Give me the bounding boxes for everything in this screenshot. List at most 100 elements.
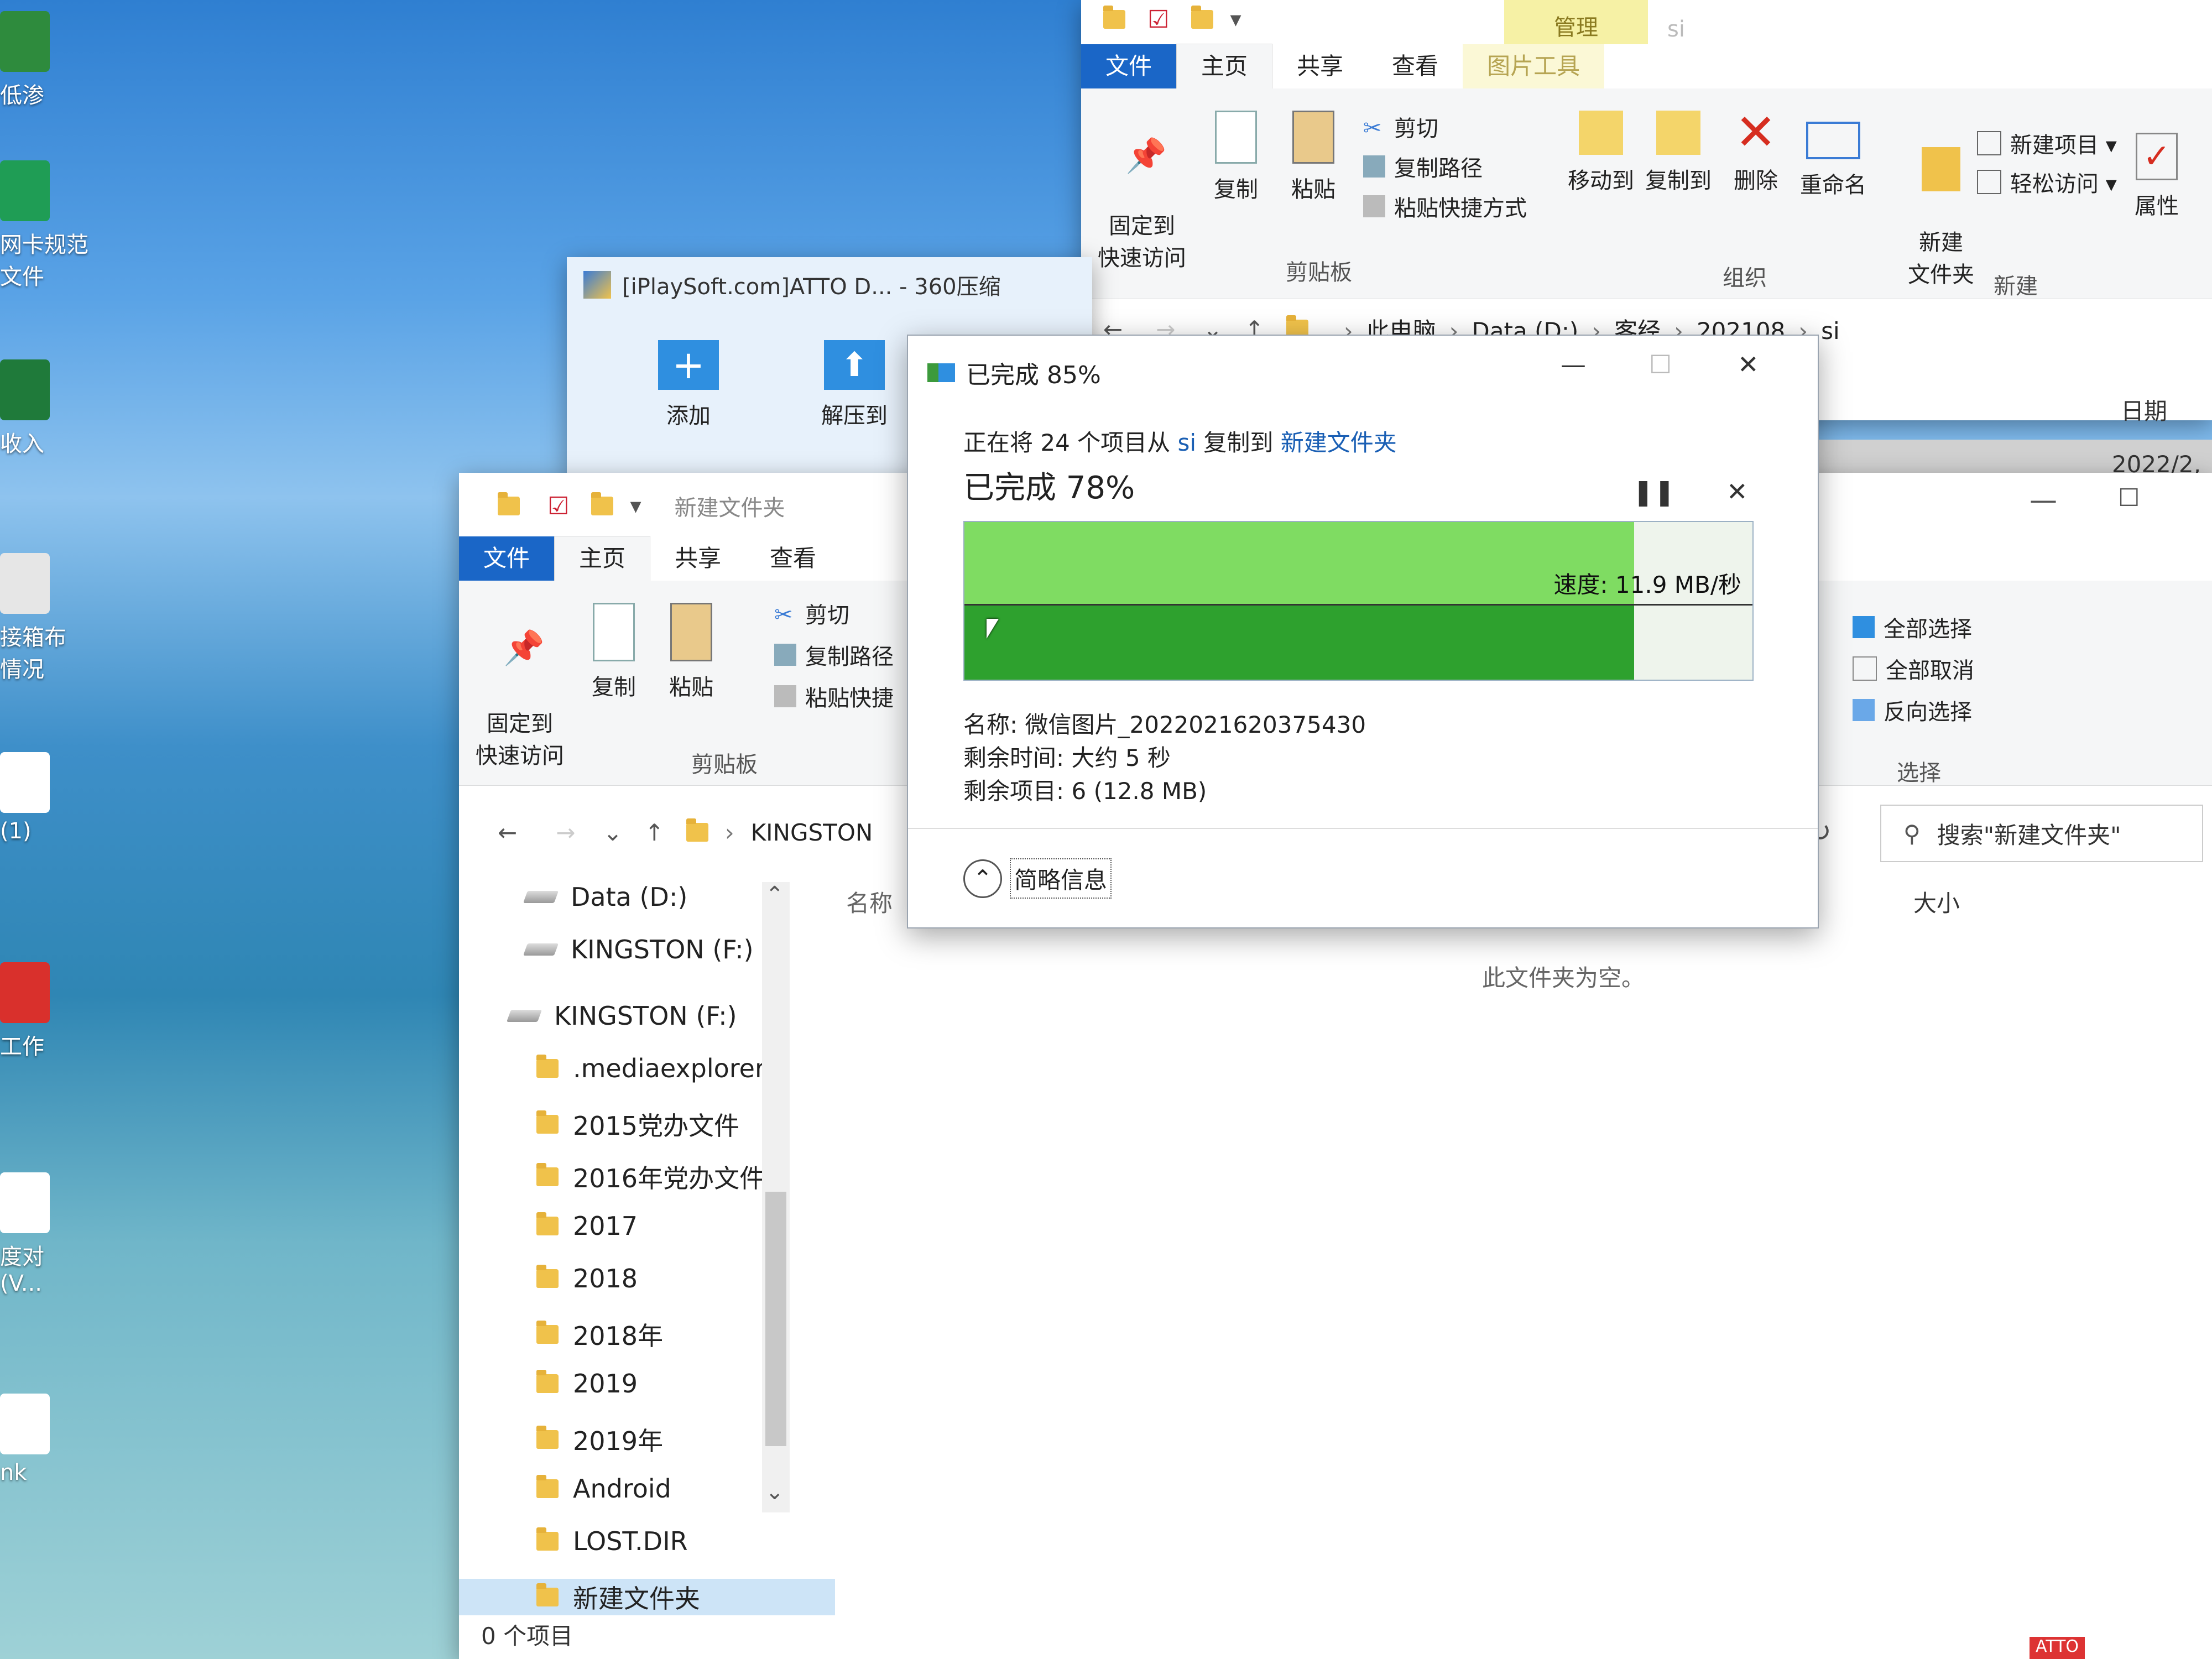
- forward-arrow-icon[interactable]: →: [556, 819, 575, 846]
- less-details-button[interactable]: ⌃ 简略信息: [963, 858, 1112, 899]
- nav-tree-item[interactable]: 2018年: [536, 1316, 663, 1353]
- desktop-icon[interactable]: 接箱布 情况: [0, 553, 100, 684]
- paste-button[interactable]: 粘贴: [658, 603, 724, 701]
- zip-add-button[interactable]: + 添加: [633, 340, 744, 430]
- nav-tree-item[interactable]: KINGSTON (F:): [523, 935, 754, 964]
- copy-button[interactable]: 复制: [1203, 111, 1269, 204]
- chevron-down-icon[interactable]: ⌄: [603, 819, 622, 846]
- zip-app-icon: [583, 271, 611, 299]
- tab-file[interactable]: 文件: [459, 536, 555, 581]
- tab-share[interactable]: 共享: [1272, 44, 1368, 88]
- tab-view[interactable]: 查看: [1368, 44, 1463, 88]
- checkbox-icon[interactable]: ☑: [1147, 6, 1169, 34]
- nav-tree-item[interactable]: 2016年党办文件: [536, 1159, 765, 1195]
- search-input[interactable]: ⚲ 搜索"新建文件夹": [1880, 805, 2203, 862]
- nav-tree-item[interactable]: 新建文件夹: [459, 1579, 835, 1615]
- percent-complete-text: 已完成 78%: [963, 470, 1135, 506]
- desktop-icon[interactable]: nk: [0, 1394, 100, 1485]
- minimize-icon[interactable]: —: [1561, 349, 1586, 379]
- desktop-icon[interactable]: 网卡规范 文件: [0, 160, 100, 291]
- cancel-icon[interactable]: ✕: [1726, 477, 1748, 507]
- desktop-icon[interactable]: 度对 (V...: [0, 1172, 100, 1296]
- checkbox-icon[interactable]: ☑: [547, 492, 569, 520]
- cut-button[interactable]: ✂ 剪切: [774, 597, 849, 629]
- column-header-size[interactable]: 大小: [1913, 885, 1960, 919]
- copy-source-link[interactable]: si: [1178, 429, 1197, 456]
- select-all-button[interactable]: 全部选择: [1853, 611, 1972, 643]
- column-header-name[interactable]: 名称: [846, 885, 893, 919]
- nav-tree-item[interactable]: Data (D:): [523, 882, 687, 912]
- copy-destination-link[interactable]: 新建文件夹: [1281, 429, 1397, 456]
- desktop-icon[interactable]: 工作: [0, 962, 100, 1061]
- tab-file[interactable]: 文件: [1081, 44, 1177, 88]
- delete-button[interactable]: ✕ 删除: [1723, 108, 1789, 195]
- easy-access-button[interactable]: 轻松访问 ▾: [1977, 166, 2117, 198]
- taskbar-app-label[interactable]: ATTO: [2030, 1637, 2085, 1659]
- desktop-icon[interactable]: 收入: [0, 359, 100, 458]
- copy-to-button[interactable]: 复制到: [1640, 111, 1717, 195]
- nav-tree-item[interactable]: .mediaexplorer: [536, 1053, 765, 1083]
- nav-scrollbar[interactable]: ⌃ ⌄: [762, 882, 790, 1512]
- column-header-date[interactable]: 日期: [2121, 393, 2167, 426]
- nav-tree-item[interactable]: 2019年: [536, 1421, 663, 1458]
- paste-button[interactable]: 粘贴: [1280, 111, 1347, 204]
- move-to-button[interactable]: 移动到: [1562, 111, 1640, 195]
- back-arrow-icon[interactable]: ←: [498, 819, 517, 846]
- desktop-icon-label: 度对 (V...: [0, 1244, 44, 1296]
- nav-tree-label: KINGSTON (F:): [571, 935, 754, 964]
- folder-icon: [536, 1370, 559, 1393]
- nav-tree-item[interactable]: 2017: [536, 1211, 638, 1241]
- nav-tree-item[interactable]: 2018: [536, 1264, 638, 1293]
- drive-icon: [523, 943, 559, 956]
- back-ribbon: 📌 固定到 快速访问 复制 粘贴 ✂ 剪切 复制路径 粘贴快捷方式 剪贴板 移动到…: [1081, 88, 2212, 299]
- copy-button[interactable]: 复制: [581, 603, 647, 701]
- tab-home[interactable]: 主页: [1176, 44, 1273, 88]
- manage-tab-group[interactable]: 管理: [1504, 0, 1648, 44]
- chevron-down-icon[interactable]: ▾: [1230, 7, 1241, 32]
- maximize-icon: ☐: [1649, 349, 1672, 379]
- minimize-icon[interactable]: —: [2030, 484, 2057, 516]
- tab-share[interactable]: 共享: [650, 536, 745, 581]
- scrollbar-thumb[interactable]: [765, 1192, 786, 1446]
- mouse-cursor-icon: [987, 619, 999, 639]
- copy-path-button[interactable]: 复制路径: [1363, 150, 1483, 182]
- breadcrumb-item[interactable]: si: [1821, 317, 1840, 345]
- current-file-name: 名称: 微信图片_20220216203754​30: [963, 711, 1366, 738]
- file-icon: [0, 160, 50, 221]
- desktop-icon[interactable]: (1): [0, 752, 100, 844]
- zip-extract-button[interactable]: ⬆ 解压到: [799, 340, 910, 430]
- chevron-down-icon[interactable]: ▾: [630, 493, 641, 519]
- paste-shortcut-button[interactable]: 粘贴快捷: [774, 680, 894, 712]
- invert-selection-button[interactable]: 反向选择: [1853, 694, 1972, 726]
- maximize-icon[interactable]: ☐: [2118, 484, 2140, 512]
- close-icon[interactable]: ✕: [1738, 349, 1759, 379]
- pause-icon[interactable]: ❚❚: [1632, 477, 1675, 507]
- tab-picture-tools[interactable]: 图片工具: [1463, 44, 1605, 88]
- cut-button[interactable]: ✂ 剪切: [1363, 111, 1438, 143]
- rename-button[interactable]: 重命名: [1794, 111, 1872, 199]
- folder-icon: [536, 1265, 559, 1288]
- nav-tree-item[interactable]: 2019: [536, 1369, 638, 1399]
- nav-tree-item[interactable]: KINGSTON (F:): [506, 1001, 737, 1031]
- desktop-icon[interactable]: 低渗: [0, 11, 100, 109]
- front-address-bar[interactable]: ← → ⌄ ↑ › KINGSTON: [498, 810, 873, 854]
- chevron-up-icon[interactable]: ⌃: [765, 882, 784, 907]
- new-item-button[interactable]: 新建项目 ▾: [1977, 127, 2117, 159]
- nav-tree-item[interactable]: Android: [536, 1474, 671, 1504]
- select-none-button[interactable]: 全部取消: [1853, 653, 1974, 685]
- new-folder-button[interactable]: 新建 文件夹: [1900, 122, 1983, 289]
- nav-tree-item[interactable]: LOST.DIR: [536, 1526, 688, 1556]
- nav-tree-item[interactable]: 2015党办文件: [536, 1106, 739, 1142]
- empty-folder-text: 此文件夹为空。: [1482, 964, 1645, 992]
- pin-quick-access-button[interactable]: 📌 固定到 快速访问: [1092, 111, 1192, 272]
- tab-view[interactable]: 查看: [745, 536, 841, 581]
- copy-path-button[interactable]: 复制路径: [774, 639, 894, 671]
- paste-shortcut-button[interactable]: 粘贴快捷方式: [1363, 190, 1527, 222]
- up-arrow-icon[interactable]: ↑: [645, 819, 664, 846]
- tab-home[interactable]: 主页: [554, 536, 651, 581]
- properties-button[interactable]: ✓ 属性: [2121, 133, 2193, 220]
- chevron-down-icon[interactable]: ⌄: [765, 1479, 784, 1505]
- invert-selection-label: 反向选择: [1884, 700, 1972, 725]
- nav-tree-label: 2019年: [573, 1426, 664, 1456]
- pin-quick-access-button[interactable]: 📌 固定到 快速访问: [470, 603, 570, 770]
